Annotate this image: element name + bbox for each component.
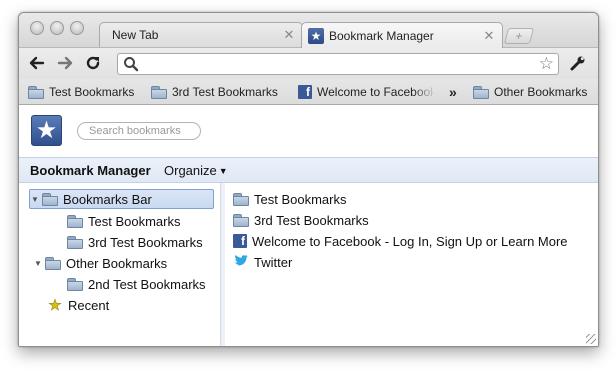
omnibox[interactable]: ☆ [117, 53, 559, 75]
folder-tree: ▼ Bookmarks Bar Test Bookmarks 3rd Test … [19, 183, 220, 346]
tab-strip: New Tab ✕ ★ Bookmark Manager ✕ + [19, 13, 598, 48]
folder-icon [28, 85, 44, 99]
folder-icon [233, 192, 249, 206]
page-title: Bookmark Manager [30, 163, 151, 178]
list-item-label: 3rd Test Bookmarks [254, 212, 369, 228]
bookmarks-bar: Test Bookmarks 3rd Test Bookmarks f Welc… [19, 79, 598, 105]
folder-icon [67, 214, 83, 228]
tree-item-label: Other Bookmarks [66, 255, 168, 271]
folder-icon [67, 235, 83, 249]
list-item[interactable]: 3rd Test Bookmarks [233, 210, 369, 230]
star-icon: ★ [48, 297, 62, 315]
toolbar: ☆ [19, 47, 598, 79]
folder-icon [151, 85, 167, 99]
minimize-window-button[interactable] [50, 21, 64, 35]
bookmark-star-icon: ★ [308, 27, 324, 44]
expand-triangle-icon[interactable]: ▼ [30, 195, 40, 204]
browser-window: New Tab ✕ ★ Bookmark Manager ✕ + ☆ Test … [18, 12, 599, 347]
tree-item-label: Bookmarks Bar [63, 191, 152, 207]
search-icon [124, 57, 139, 72]
bookmarks-bar-item[interactable]: f Welcome to Facebook [298, 83, 433, 101]
facebook-icon: f [298, 85, 312, 99]
reload-icon[interactable] [83, 54, 103, 74]
folder-icon [45, 256, 61, 270]
bookmark-label: Other Bookmarks [494, 85, 588, 99]
tree-item-3rd-test-bookmarks[interactable]: 3rd Test Bookmarks [67, 232, 203, 252]
address-input[interactable] [142, 56, 532, 72]
close-window-button[interactable] [30, 21, 44, 35]
tree-item-other-bookmarks[interactable]: ▼ Other Bookmarks [33, 253, 167, 273]
tree-item-test-bookmarks[interactable]: Test Bookmarks [67, 211, 180, 231]
bookmark-label: Test Bookmarks [49, 85, 135, 99]
organize-menu-button[interactable]: Organize ▼ [164, 163, 228, 178]
folder-icon [67, 277, 83, 291]
chevron-overflow-button[interactable]: » [449, 83, 457, 101]
forward-arrow-icon[interactable] [55, 54, 75, 74]
manager-top: ★ Search bookmarks [19, 105, 598, 157]
tab-bookmark-manager[interactable]: ★ Bookmark Manager ✕ [301, 22, 503, 48]
folder-icon [42, 192, 58, 206]
list-item[interactable]: Twitter [233, 252, 292, 272]
list-item[interactable]: Test Bookmarks [233, 189, 346, 209]
new-tab-button[interactable]: + [503, 28, 535, 44]
bookmarks-bar-item[interactable]: Test Bookmarks [28, 83, 134, 101]
tree-item-label: 3rd Test Bookmarks [88, 234, 203, 250]
bookmarks-bar-item-other[interactable]: Other Bookmarks [473, 83, 587, 101]
bookmark-list: Test Bookmarks 3rd Test Bookmarks f Welc… [225, 183, 598, 346]
tree-item-label: Recent [68, 297, 110, 313]
tab-close-icon[interactable]: ✕ [282, 27, 296, 43]
organize-label: Organize [164, 163, 217, 178]
back-arrow-icon[interactable] [27, 54, 47, 74]
tab-close-icon[interactable]: ✕ [482, 28, 496, 44]
tab-label: Bookmark Manager [329, 28, 434, 43]
bookmark-label: Welcome to Facebook [317, 85, 433, 99]
tree-item-label: Test Bookmarks [88, 213, 181, 229]
bookmarks-bar-item[interactable]: 3rd Test Bookmarks [151, 83, 278, 101]
folder-icon [473, 85, 489, 99]
tab-new-tab[interactable]: New Tab ✕ [99, 22, 303, 47]
zoom-window-button[interactable] [70, 21, 84, 35]
list-item-label: Test Bookmarks [254, 191, 347, 207]
manager-header: Bookmark Manager Organize ▼ [19, 157, 598, 183]
tree-item-bookmarks-bar[interactable]: ▼ Bookmarks Bar [29, 189, 214, 209]
expand-triangle-icon[interactable]: ▼ [33, 259, 43, 268]
facebook-icon: f [233, 234, 247, 248]
tree-item-label: 2nd Test Bookmarks [88, 276, 206, 292]
resize-grip-icon[interactable] [586, 334, 596, 344]
bookmark-star-icon[interactable]: ☆ [539, 54, 554, 74]
caret-down-icon: ▼ [218, 166, 228, 176]
twitter-bird-icon [233, 254, 249, 270]
tree-item-2nd-test-bookmarks[interactable]: 2nd Test Bookmarks [67, 274, 206, 294]
list-item-label: Twitter [254, 254, 293, 270]
wrench-icon[interactable] [568, 54, 588, 74]
bookmark-label: 3rd Test Bookmarks [172, 85, 278, 99]
folder-icon [233, 213, 249, 227]
list-item[interactable]: f Welcome to Facebook - Log In, Sign Up … [233, 231, 568, 251]
tab-label: New Tab [112, 28, 159, 42]
search-bookmarks-input[interactable]: Search bookmarks [77, 122, 201, 140]
bookmark-manager-logo-icon: ★ [31, 115, 62, 146]
tree-item-recent[interactable]: ★ Recent [47, 295, 109, 315]
list-item-label: Welcome to Facebook - Log In, Sign Up or… [252, 233, 568, 249]
